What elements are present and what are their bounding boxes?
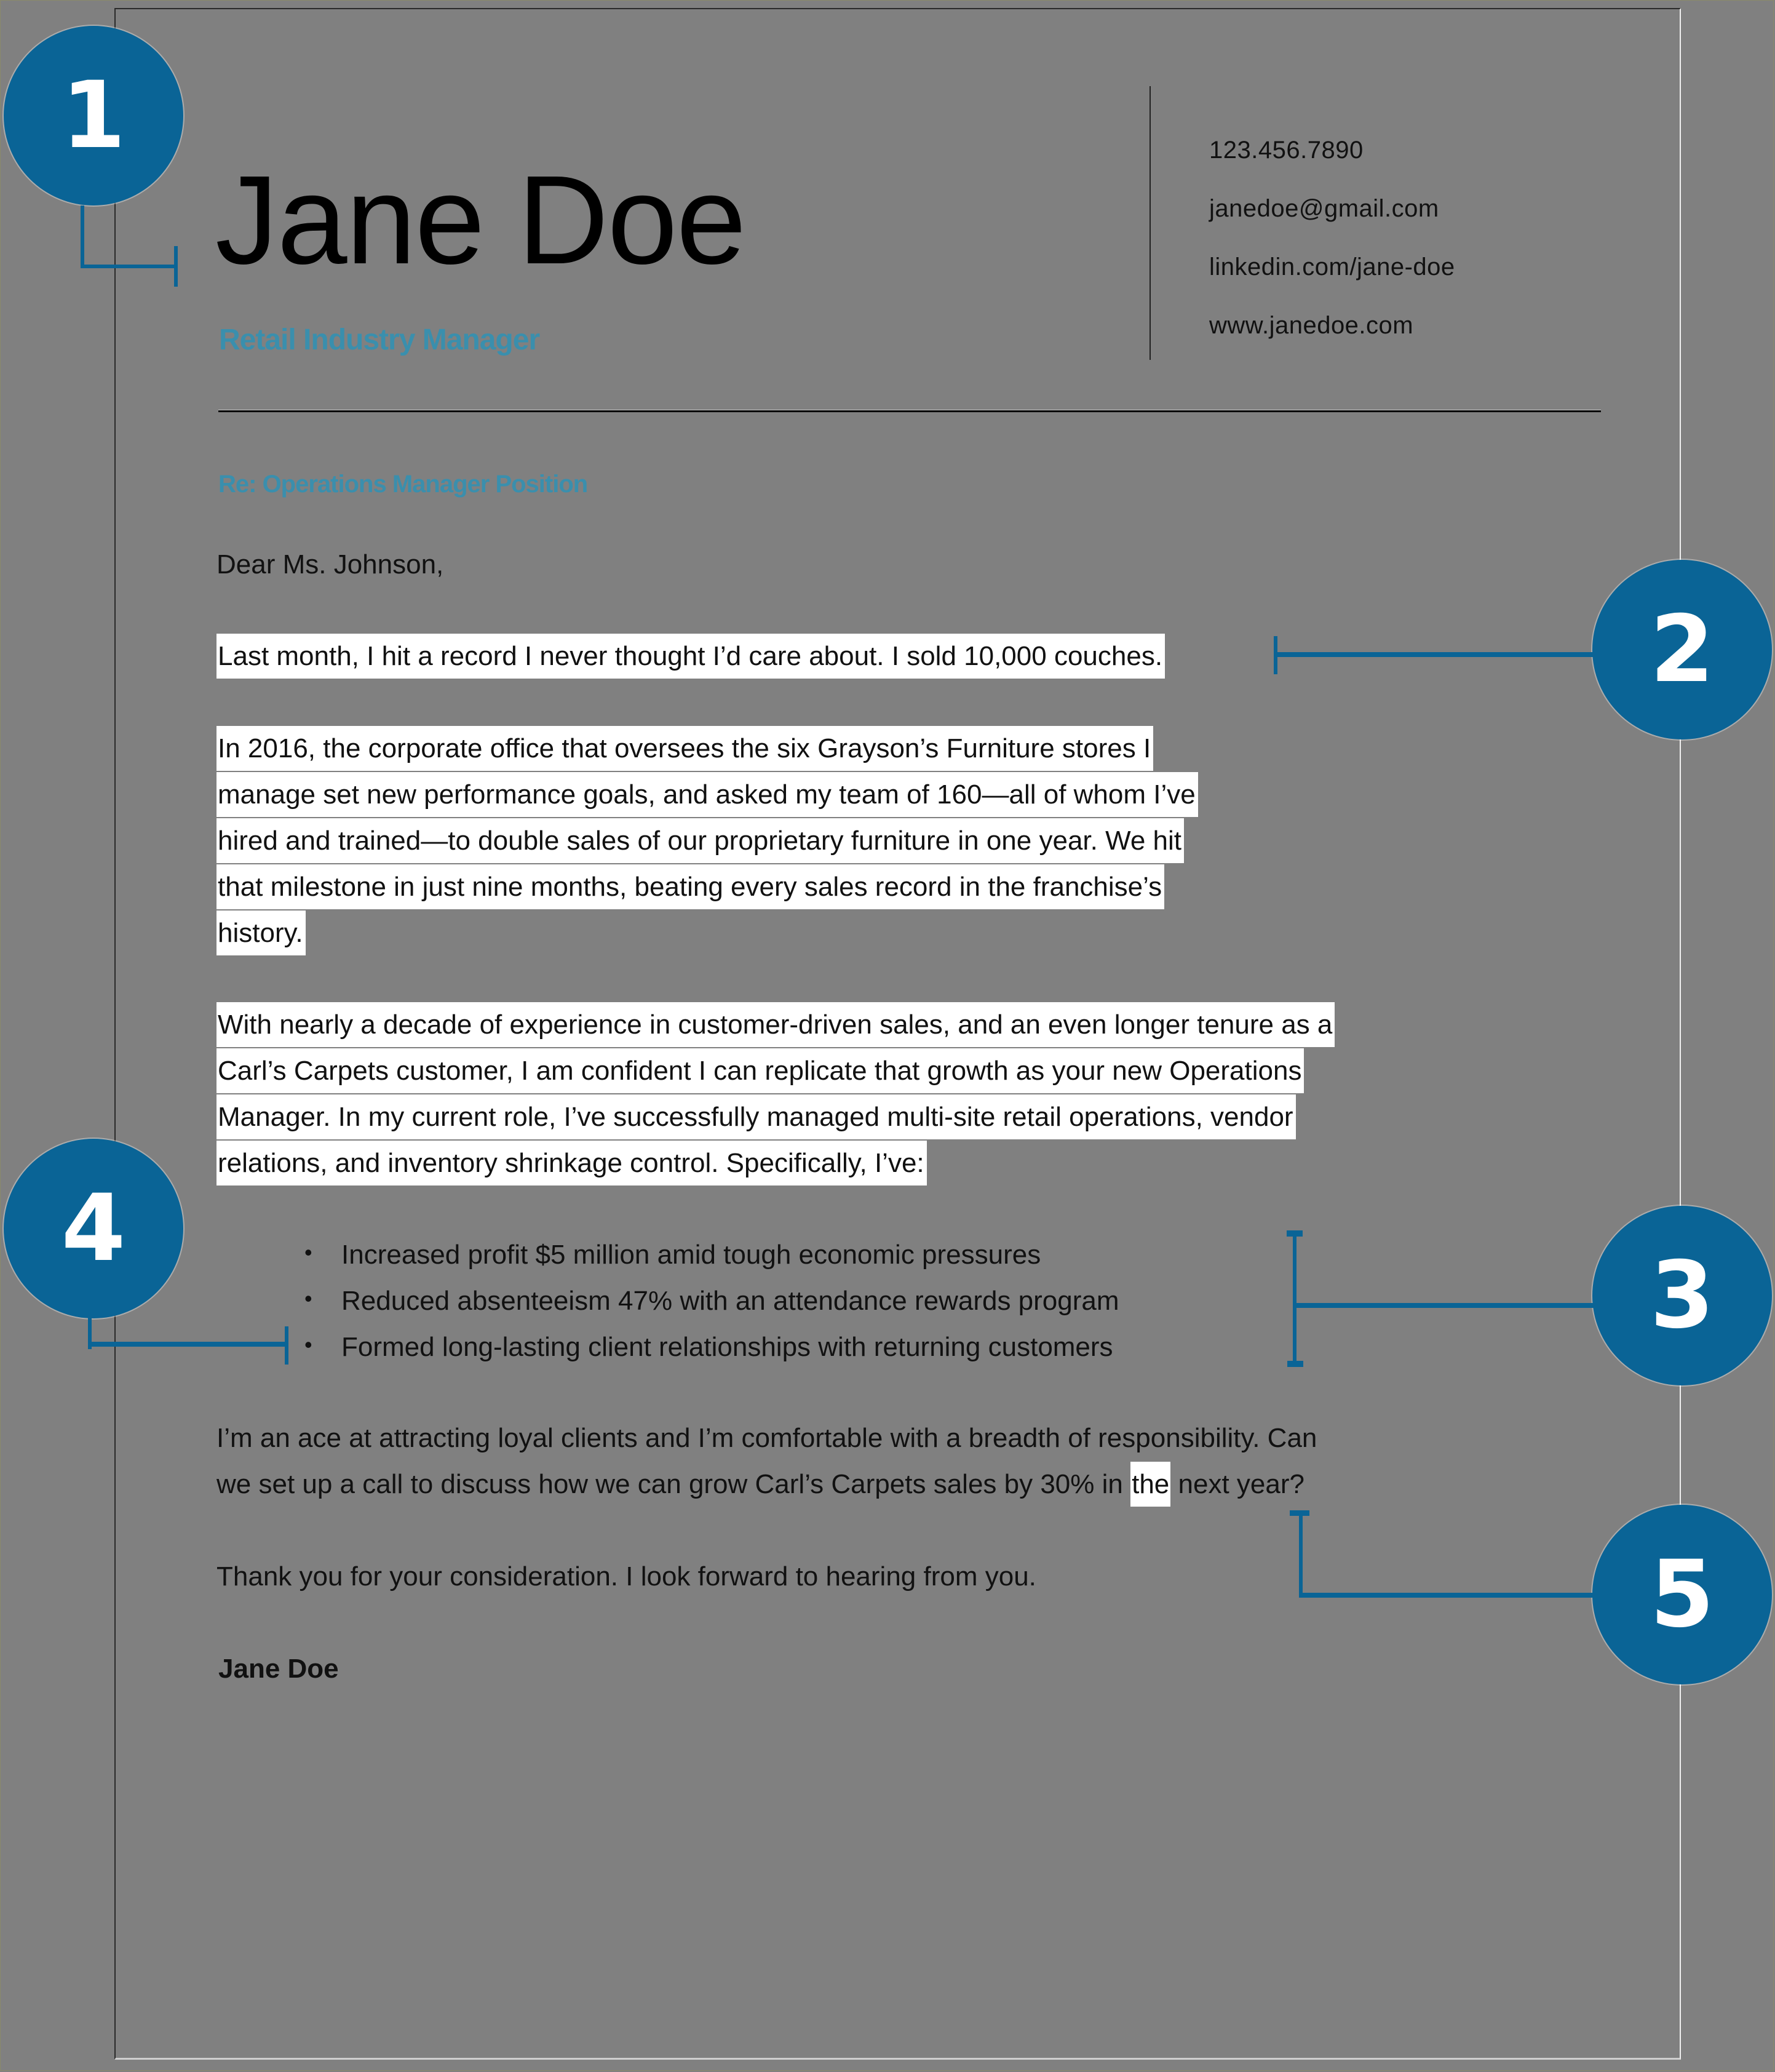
callout-2-tick — [1274, 636, 1277, 674]
bullet-icon: • — [304, 1332, 312, 1357]
thanks-line: Thank you for your consideration. I look… — [216, 1561, 1036, 1592]
callout-1-connector — [81, 265, 178, 268]
callout-number: 1 — [61, 62, 126, 169]
subject-line: Re: Operations Manager Position — [218, 471, 588, 498]
callout-number: 5 — [1650, 1541, 1715, 1648]
highlighted-word: the — [1130, 1462, 1171, 1507]
callout-number: 4 — [61, 1175, 126, 1282]
contact-phone[interactable]: 123.456.7890 — [1209, 137, 1364, 164]
paragraph3-text: With nearly a decade of experience in cu… — [216, 1002, 1335, 1047]
paragraph3-line: Manager. In my current role, I’ve succes… — [216, 1094, 1296, 1139]
paragraph2-text: manage set new performance goals, and as… — [216, 772, 1198, 817]
callout-number: 3 — [1650, 1242, 1715, 1349]
callout-1-connector — [81, 205, 84, 268]
paragraph2-line: hired and trained—to double sales of our… — [216, 818, 1184, 863]
callout-3-cap — [1287, 1361, 1303, 1367]
callout-3-badge: 3 — [1592, 1206, 1772, 1385]
paragraph2-line: manage set new performance goals, and as… — [216, 772, 1198, 817]
paragraph2-line: that milestone in just nine months, beat… — [216, 864, 1165, 909]
bullet-item: Increased profit $5 million amid tough e… — [341, 1240, 1041, 1270]
contact-linkedin[interactable]: linkedin.com/jane-doe — [1209, 253, 1455, 281]
callout-4-connector — [88, 1342, 288, 1347]
callout-2-connector — [1274, 652, 1597, 657]
contact-email[interactable]: janedoe@gmail.com — [1209, 195, 1439, 223]
paragraph3-line: Carl’s Carpets customer, I am confident … — [216, 1048, 1304, 1093]
closing-line: we set up a call to discuss how we can g… — [216, 1462, 1304, 1507]
callout-4-tick — [285, 1326, 288, 1365]
signature: Jane Doe — [218, 1654, 339, 1684]
paragraph2-line: In 2016, the corporate office that overs… — [216, 726, 1154, 771]
closing-text: next year? — [1170, 1469, 1304, 1499]
applicant-name: Jane Doe — [215, 149, 747, 290]
paragraph2-text: In 2016, the corporate office that overs… — [216, 726, 1154, 771]
callout-5-connector — [1299, 1510, 1303, 1598]
header-rule — [218, 410, 1601, 412]
salutation: Dear Ms. Johnson, — [216, 549, 444, 580]
paragraph3-text: Manager. In my current role, I’ve succes… — [216, 1094, 1296, 1139]
callout-1-badge: 1 — [4, 26, 183, 205]
paragraph2-text: that milestone in just nine months, beat… — [216, 864, 1165, 909]
paragraph3-text: Carl’s Carpets customer, I am confident … — [216, 1048, 1304, 1093]
hook-text: Last month, I hit a record I never thoug… — [216, 634, 1165, 679]
closing-line: I’m an ace at attracting loyal clients a… — [216, 1423, 1317, 1453]
bullet-icon: • — [304, 1240, 312, 1265]
paragraph3-line: relations, and inventory shrinkage contr… — [216, 1141, 927, 1185]
callout-3-bracket — [1293, 1230, 1297, 1366]
callout-1-tick — [174, 246, 178, 287]
callout-number: 2 — [1650, 596, 1715, 703]
applicant-role: Retail Industry Manager — [219, 324, 540, 356]
callout-2-badge: 2 — [1592, 560, 1772, 739]
paragraph2-line: history. — [216, 910, 306, 955]
callout-4-badge: 4 — [4, 1139, 183, 1318]
closing-text: we set up a call to discuss how we can g… — [216, 1469, 1131, 1499]
paragraph2-text: hired and trained—to double sales of our… — [216, 818, 1184, 863]
bullet-item: Formed long-lasting client relationships… — [341, 1332, 1113, 1362]
bullet-icon: • — [304, 1286, 312, 1311]
callout-5-connector — [1299, 1593, 1597, 1598]
hook-paragraph: Last month, I hit a record I never thoug… — [216, 634, 1165, 679]
paragraph3-text: relations, and inventory shrinkage contr… — [216, 1141, 927, 1185]
callout-3-connector — [1293, 1303, 1594, 1308]
paragraph3-line: With nearly a decade of experience in cu… — [216, 1002, 1335, 1047]
bullet-item: Reduced absenteeism 47% with an attendan… — [341, 1286, 1119, 1316]
paragraph2-text: history. — [216, 910, 306, 955]
header-divider — [1150, 86, 1151, 360]
callout-5-badge: 5 — [1592, 1505, 1772, 1684]
contact-website[interactable]: www.janedoe.com — [1209, 312, 1413, 340]
